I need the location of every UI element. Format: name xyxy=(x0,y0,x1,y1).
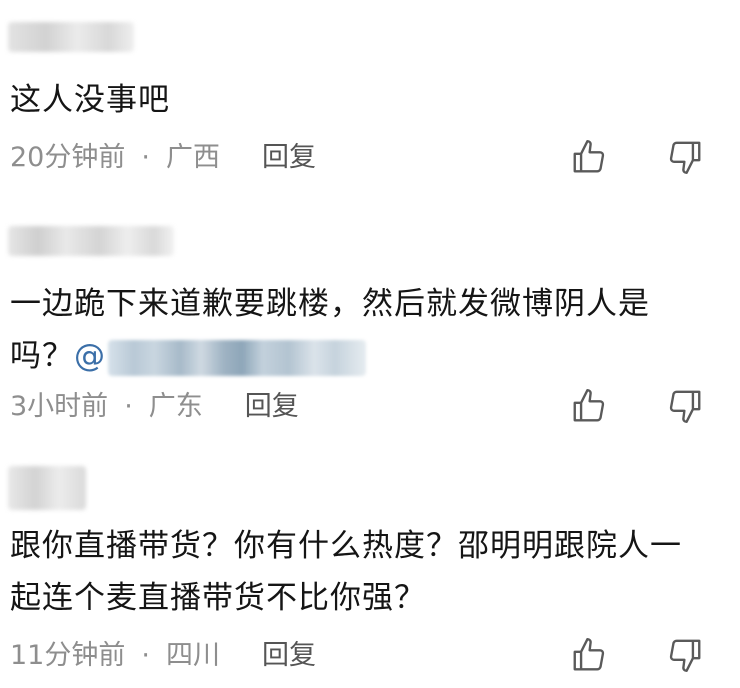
comment-meta: 11分钟前 · 四川 回复 xyxy=(10,636,316,676)
comment-meta: 3小时前 · 广东 回复 xyxy=(10,387,299,427)
comment-location: 广东 xyxy=(148,391,203,422)
mention-link[interactable]: @ xyxy=(74,338,366,376)
comment-location: 四川 xyxy=(165,640,220,671)
reply-button[interactable]: 回复 xyxy=(245,391,299,422)
comment-text: 跟你直播带货？你有什么热度？邵明明跟院人一起连个麦直播带货不比你强？ xyxy=(10,528,682,616)
comment-time: 11分钟前 xyxy=(10,640,126,671)
blurred-mention-name[interactable] xyxy=(108,339,366,376)
comment-text: 一边跪下来道歉要跳楼，然后就发微博阴人是吗？@ xyxy=(10,278,700,382)
blurred-username[interactable] xyxy=(8,22,134,52)
comment-meta: 20分钟前 · 广西 回复 xyxy=(10,138,316,178)
reply-button[interactable]: 回复 xyxy=(262,640,316,671)
comment-location: 广西 xyxy=(165,142,220,173)
meta-separator: · xyxy=(141,640,150,671)
meta-separator: · xyxy=(141,142,150,173)
comment-item: 这人没事吧 20分钟前 · 广西 回复 xyxy=(0,0,740,200)
meta-separator: · xyxy=(124,391,133,422)
thumbs-down-icon[interactable] xyxy=(666,387,704,425)
blurred-username[interactable] xyxy=(8,466,86,510)
blurred-username[interactable] xyxy=(8,226,174,256)
thumbs-down-icon[interactable] xyxy=(666,636,704,674)
comment-time: 20分钟前 xyxy=(10,142,126,173)
comment-text: 这人没事吧 xyxy=(10,82,170,118)
comment-item: 一边跪下来道歉要跳楼，然后就发微博阴人是吗？@ 3小时前 · 广东 回复 xyxy=(0,200,740,450)
thumbs-up-icon[interactable] xyxy=(570,138,608,176)
reply-button[interactable]: 回复 xyxy=(262,142,316,173)
thumbs-down-icon[interactable] xyxy=(666,138,704,176)
comment-time: 3小时前 xyxy=(10,391,109,422)
comment-item: 跟你直播带货？你有什么热度？邵明明跟院人一起连个麦直播带货不比你强？ 11分钟前… xyxy=(0,450,740,688)
thumbs-up-icon[interactable] xyxy=(570,636,608,674)
mention-at-sign: @ xyxy=(74,338,106,374)
thumbs-up-icon[interactable] xyxy=(570,387,608,425)
